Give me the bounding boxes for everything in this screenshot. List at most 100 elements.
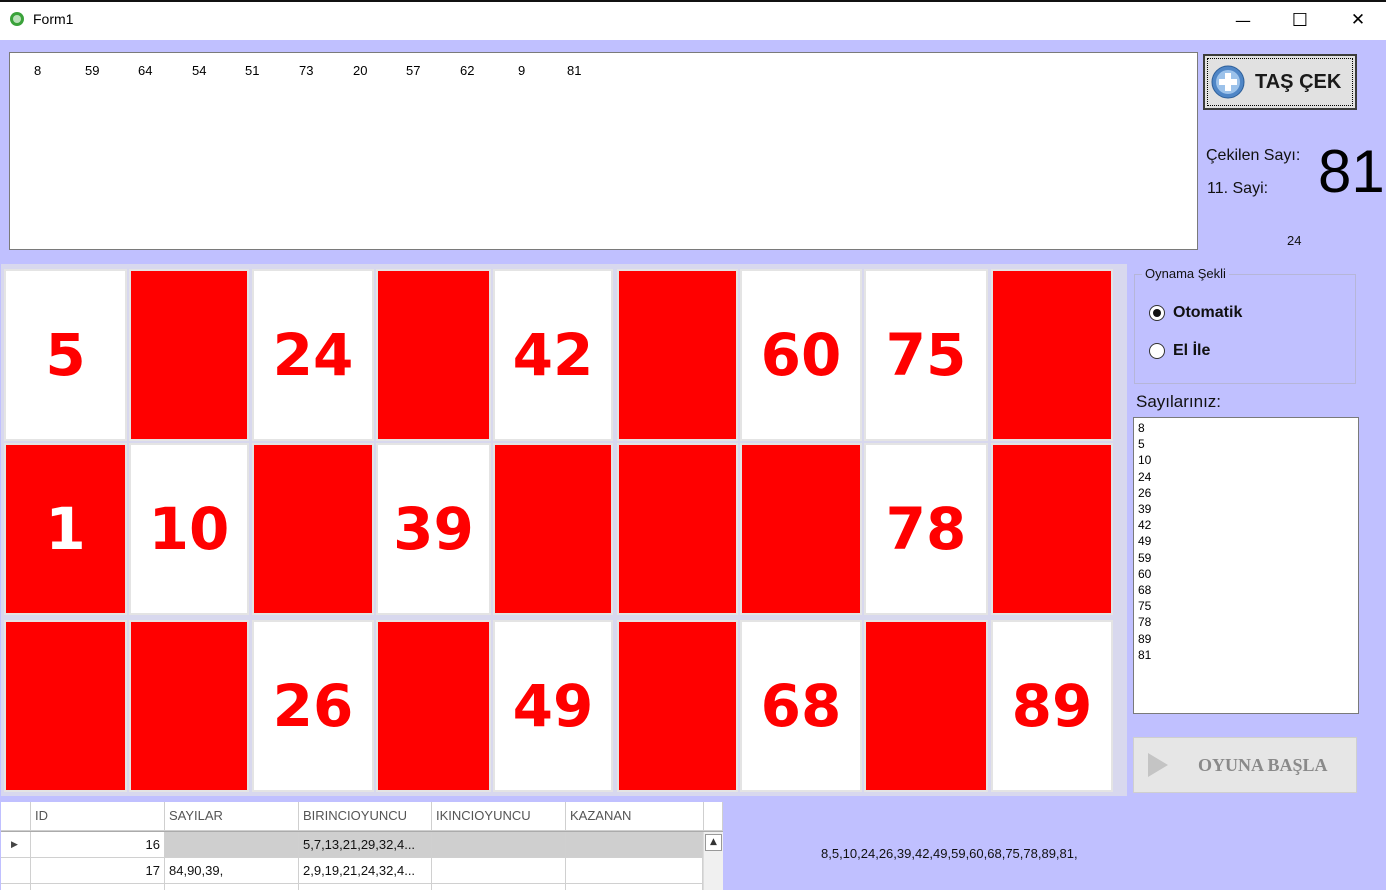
list-item[interactable]: 75 — [1138, 598, 1354, 614]
bingo-cell[interactable] — [129, 269, 249, 441]
title-bar-top-line — [0, 0, 1386, 2]
table-cell-birinci[interactable]: 2,9,19,21,24,32,4... — [299, 858, 432, 884]
drawn-number: 64 — [138, 63, 153, 78]
list-item[interactable]: 24 — [1138, 469, 1354, 485]
list-item[interactable]: 81 — [1138, 647, 1354, 663]
bingo-cell[interactable]: 89 — [991, 620, 1113, 792]
drawn-numbers-panel: 8 59 64 54 51 73 20 57 62 9 81 — [9, 52, 1198, 250]
table-cell-ikinci[interactable] — [432, 832, 566, 858]
row-selector[interactable] — [1, 884, 31, 890]
bingo-cell[interactable] — [252, 443, 374, 615]
column-header-sayilar[interactable]: SAYILAR — [165, 802, 299, 831]
bingo-cell[interactable] — [129, 620, 249, 792]
row-header-corner — [1, 802, 31, 831]
draw-stone-button[interactable]: TAŞ ÇEK — [1203, 54, 1357, 110]
table-cell-empty[interactable] — [299, 884, 432, 890]
table-cell-kazanan[interactable] — [566, 858, 703, 884]
drawn-number: 81 — [567, 63, 582, 78]
column-header-id[interactable]: ID — [31, 802, 165, 831]
bingo-cell[interactable] — [617, 443, 738, 615]
play-mode-legend: Oynama Şekli — [1142, 266, 1229, 281]
drawn-number: 9 — [518, 63, 526, 78]
plus-circle-icon — [1211, 65, 1245, 99]
bingo-cell[interactable] — [617, 269, 738, 441]
list-item[interactable]: 26 — [1138, 485, 1354, 501]
close-button[interactable]: ✕ — [1329, 0, 1386, 40]
play-icon — [1148, 753, 1168, 777]
table-cell-empty[interactable] — [165, 884, 299, 890]
column-header-ikinci[interactable]: IKINCIOYUNCU — [432, 802, 566, 831]
list-item[interactable]: 78 — [1138, 614, 1354, 630]
window-title: Form1 — [33, 11, 74, 27]
list-item[interactable]: 89 — [1138, 631, 1354, 647]
table-cell-kazanan[interactable] — [566, 832, 703, 858]
start-game-button[interactable]: OYUNA BAŞLA — [1133, 737, 1357, 793]
extra-value: 24 — [1287, 233, 1302, 248]
bingo-cell[interactable]: 5 — [4, 269, 127, 441]
list-item[interactable]: 39 — [1138, 501, 1354, 517]
play-mode-group — [1134, 274, 1356, 384]
bingo-cell[interactable]: 49 — [493, 620, 613, 792]
table-cell-empty[interactable] — [566, 884, 703, 890]
list-item[interactable]: 68 — [1138, 582, 1354, 598]
radio-automatic[interactable]: Otomatik — [1149, 304, 1242, 322]
list-item[interactable]: 60 — [1138, 566, 1354, 582]
table-cell-id[interactable]: 17 — [31, 858, 165, 884]
row-selector-icon[interactable]: ▶ — [1, 832, 31, 858]
row-selector[interactable] — [1, 858, 31, 884]
bingo-cell[interactable]: 26 — [252, 620, 374, 792]
radio-label: Otomatik — [1173, 304, 1243, 321]
bingo-cell[interactable] — [991, 443, 1113, 615]
list-item[interactable]: 49 — [1138, 533, 1354, 549]
bingo-cell[interactable]: 60 — [740, 269, 862, 441]
table-cell-ikinci[interactable] — [432, 858, 566, 884]
radio-indicator — [1149, 305, 1165, 321]
title-bar: Form1 — ☐ ✕ — [0, 0, 1386, 40]
bingo-cell[interactable] — [864, 620, 988, 792]
radio-indicator — [1149, 343, 1165, 359]
bingo-cell[interactable]: 10 — [129, 443, 249, 615]
bingo-cell[interactable] — [740, 443, 862, 615]
drawn-number: 62 — [460, 63, 475, 78]
table-cell-empty[interactable] — [31, 884, 165, 890]
table-cell-birinci[interactable]: 5,7,13,21,29,32,4... — [299, 832, 432, 858]
column-header-filler — [704, 802, 723, 831]
bingo-cell[interactable] — [4, 620, 127, 792]
maximize-button[interactable]: ☐ — [1271, 0, 1329, 40]
bingo-cell[interactable] — [376, 620, 491, 792]
table-cell-sayilar[interactable]: 84,90,39, — [165, 858, 299, 884]
bingo-cell[interactable]: 24 — [252, 269, 374, 441]
bingo-cell[interactable]: 1 — [4, 443, 127, 615]
app-icon — [10, 12, 24, 26]
bingo-cell[interactable] — [493, 443, 613, 615]
draw-count-label: 11. Sayi: — [1207, 180, 1269, 197]
table-vertical-scrollbar[interactable]: ▲ — [703, 832, 723, 890]
bingo-card: 5 24 42 60 75 1 10 39 78 26 49 68 89 — [1, 264, 1127, 796]
list-item[interactable]: 59 — [1138, 550, 1354, 566]
radio-manual[interactable]: El İle — [1149, 342, 1210, 360]
table-cell-empty[interactable] — [432, 884, 566, 890]
bingo-cell[interactable]: 68 — [740, 620, 862, 792]
drawn-number: 57 — [406, 63, 421, 78]
table-cell-sayilar[interactable] — [165, 832, 299, 858]
bingo-cell[interactable]: 39 — [376, 443, 491, 615]
minimize-button[interactable]: — — [1214, 0, 1272, 40]
bingo-cell[interactable]: 75 — [864, 269, 988, 441]
column-header-birinci[interactable]: BIRINCIOYUNCU — [299, 802, 432, 831]
list-item[interactable]: 42 — [1138, 517, 1354, 533]
bingo-cell[interactable] — [376, 269, 491, 441]
start-game-label: OYUNA BAŞLA — [1198, 754, 1328, 775]
bingo-cell[interactable]: 42 — [493, 269, 613, 441]
bingo-cell[interactable] — [617, 620, 738, 792]
games-table[interactable]: ID SAYILAR BIRINCIOYUNCU IKINCIOYUNCU KA… — [1, 802, 723, 890]
bingo-cell[interactable]: 78 — [864, 443, 988, 615]
your-numbers-label: Sayılarınız: — [1136, 392, 1222, 411]
list-item[interactable]: 8 — [1138, 420, 1354, 436]
scroll-up-arrow-icon[interactable]: ▲ — [705, 834, 722, 851]
your-numbers-list[interactable]: 8 5 10 24 26 39 42 49 59 60 68 75 78 89 81 — [1133, 417, 1359, 714]
list-item[interactable]: 10 — [1138, 452, 1354, 468]
table-cell-id[interactable]: 16 — [31, 832, 165, 858]
column-header-kazanan[interactable]: KAZANAN — [566, 802, 704, 831]
bingo-cell[interactable] — [991, 269, 1113, 441]
list-item[interactable]: 5 — [1138, 436, 1354, 452]
